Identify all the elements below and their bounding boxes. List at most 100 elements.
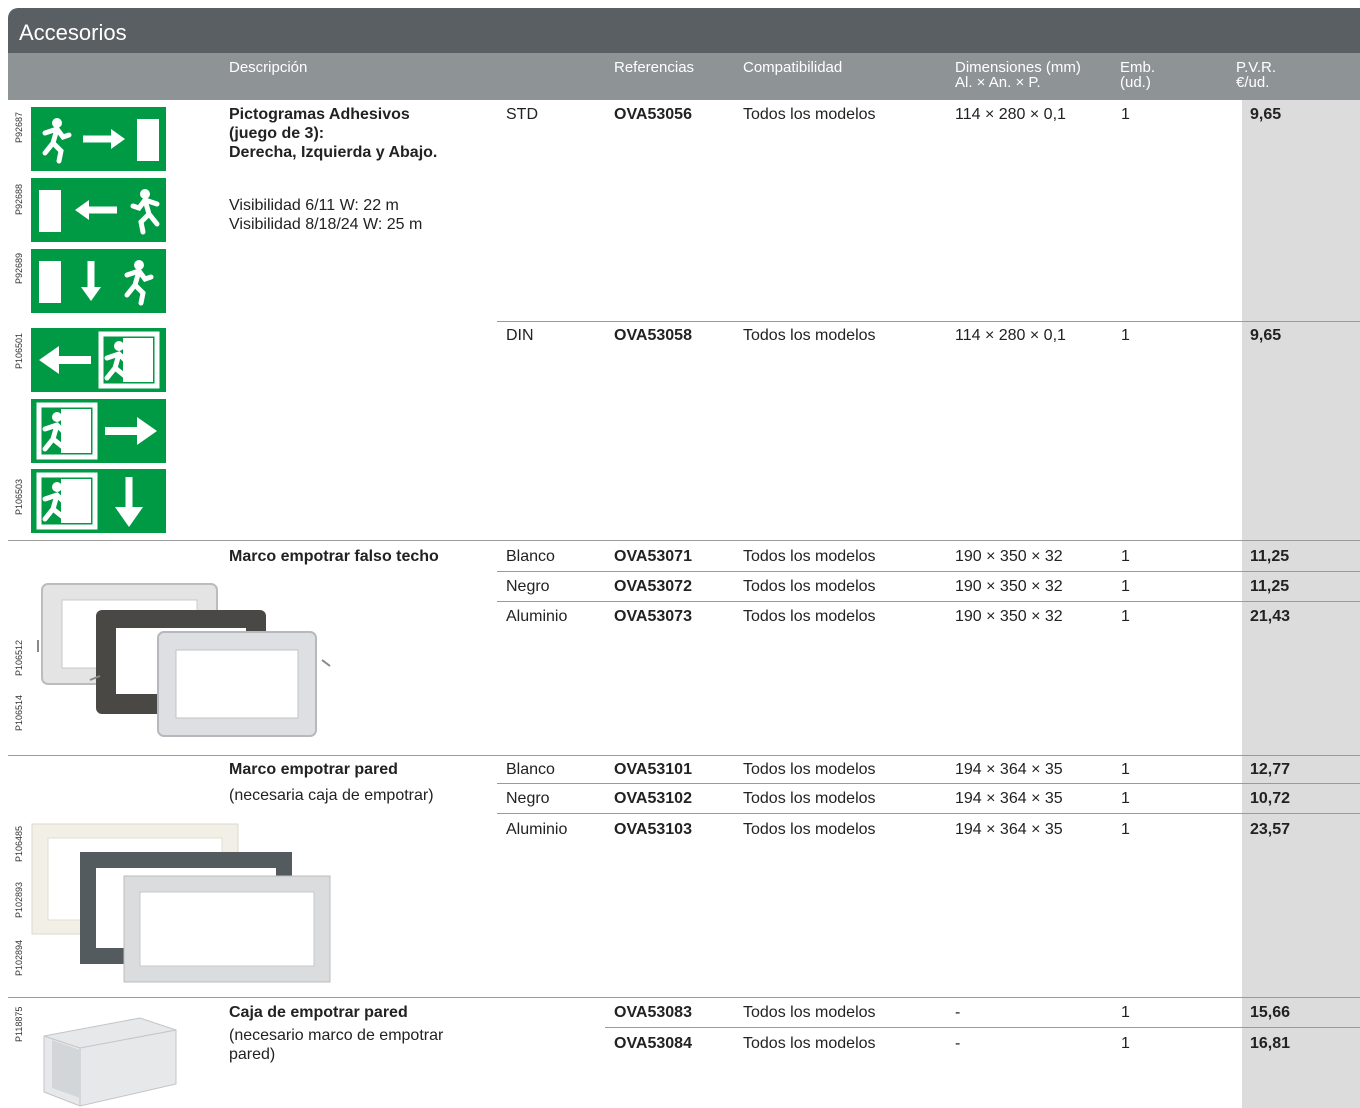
units: 1 bbox=[1121, 761, 1130, 778]
dimensions: - bbox=[955, 1004, 961, 1021]
reference: OVA53072 bbox=[614, 578, 692, 595]
compatibility: Todos los modelos bbox=[743, 548, 876, 565]
header-pvr-sub: €/ud. bbox=[1236, 74, 1270, 91]
row-divider bbox=[605, 1027, 1360, 1028]
variant: Negro bbox=[506, 578, 550, 595]
header-dimensiones-sub: Al. × An. × P. bbox=[955, 74, 1041, 91]
variant: Aluminio bbox=[506, 608, 568, 625]
row-divider bbox=[497, 783, 1360, 784]
dimensions: 190 × 350 × 32 bbox=[955, 578, 1063, 595]
price: 15,66 bbox=[1250, 1004, 1291, 1021]
section-title-bar: Accesorios bbox=[8, 8, 1360, 53]
product-visibility: Visibilidad 6/11 W: 22 m Visibilidad 8/1… bbox=[229, 197, 423, 233]
variant: STD bbox=[506, 106, 538, 123]
compatibility: Todos los modelos bbox=[743, 790, 876, 807]
dimensions: 194 × 364 × 35 bbox=[955, 761, 1063, 778]
units: 1 bbox=[1121, 1035, 1130, 1052]
wall-box-image bbox=[43, 1017, 177, 1107]
image-code: P92689 bbox=[14, 252, 24, 284]
units: 1 bbox=[1121, 106, 1130, 123]
reference: OVA53071 bbox=[614, 548, 692, 565]
reference: OVA53073 bbox=[614, 608, 692, 625]
price: 11,25 bbox=[1250, 548, 1290, 565]
section-divider bbox=[8, 997, 1360, 998]
exit-sign-down-image bbox=[31, 249, 166, 313]
header-compatibilidad: Compatibilidad bbox=[743, 59, 843, 76]
price: 9,65 bbox=[1250, 106, 1282, 123]
compatibility: Todos los modelos bbox=[743, 327, 876, 344]
image-code: P106503 bbox=[14, 478, 24, 515]
header-referencias: Referencias bbox=[614, 59, 695, 76]
compatibility: Todos los modelos bbox=[743, 1004, 876, 1021]
dimensions: 194 × 364 × 35 bbox=[955, 790, 1063, 807]
din-exit-sign-down-image bbox=[31, 469, 166, 533]
image-code: P106501 bbox=[14, 332, 24, 369]
reference: OVA53102 bbox=[614, 790, 692, 807]
row-divider bbox=[497, 813, 1360, 814]
reference: OVA53083 bbox=[614, 1004, 692, 1021]
dimensions: 190 × 350 × 32 bbox=[955, 608, 1063, 625]
price: 23,57 bbox=[1250, 821, 1291, 838]
header-dimensiones: Dimensiones (mm) bbox=[955, 59, 1081, 76]
image-code: P106514 bbox=[14, 694, 24, 731]
image-code: P92687 bbox=[14, 111, 24, 143]
header-emb: Emb. bbox=[1120, 59, 1156, 76]
variant: Negro bbox=[506, 790, 550, 807]
dimensions: - bbox=[955, 1035, 961, 1052]
table-header: Descripción Referencias Compatibilidad D… bbox=[8, 53, 1360, 100]
product-subtitle: (necesaria caja de empotrar) bbox=[229, 787, 434, 804]
compatibility: Todos los modelos bbox=[743, 821, 876, 838]
compatibility: Todos los modelos bbox=[743, 578, 876, 595]
units: 1 bbox=[1121, 548, 1130, 565]
header-descripcion: Descripción bbox=[229, 59, 308, 76]
dimensions: 114 × 280 × 0,1 bbox=[955, 106, 1066, 123]
product-title: Marco empotrar falso techo bbox=[229, 548, 439, 565]
units: 1 bbox=[1121, 578, 1130, 595]
variant: Blanco bbox=[506, 548, 555, 565]
row-divider bbox=[497, 571, 1360, 572]
compatibility: Todos los modelos bbox=[743, 106, 876, 123]
wall-frames-image bbox=[31, 823, 331, 983]
units: 1 bbox=[1121, 327, 1130, 344]
section-divider bbox=[8, 755, 1360, 756]
dimensions: 194 × 364 × 35 bbox=[955, 821, 1063, 838]
image-code: P106485 bbox=[14, 825, 24, 862]
units: 1 bbox=[1121, 821, 1130, 838]
product-title: Caja de empotrar pared bbox=[229, 1004, 408, 1021]
price: 11,25 bbox=[1250, 578, 1290, 595]
dimensions: 190 × 350 × 32 bbox=[955, 548, 1063, 565]
ceiling-frames-image bbox=[37, 583, 331, 737]
section-divider bbox=[8, 540, 1360, 541]
row-divider bbox=[497, 321, 1360, 322]
section-title: Accesorios bbox=[19, 20, 127, 45]
product-title: Pictogramas Adhesivos (juego de 3): Dere… bbox=[229, 106, 438, 161]
compatibility: Todos los modelos bbox=[743, 761, 876, 778]
reference: OVA53103 bbox=[614, 821, 692, 838]
image-code: P92688 bbox=[14, 183, 24, 215]
price: 21,43 bbox=[1250, 608, 1291, 625]
compatibility: Todos los modelos bbox=[743, 1035, 876, 1052]
row-divider bbox=[497, 601, 1360, 602]
price: 10,72 bbox=[1250, 790, 1291, 807]
header-emb-sub: (ud.) bbox=[1120, 74, 1151, 91]
product-subtitle: (necesario marco de empotrar pared) bbox=[229, 1027, 444, 1063]
image-code: P102893 bbox=[14, 881, 24, 918]
din-exit-sign-right-image bbox=[31, 399, 166, 463]
reference: OVA53084 bbox=[614, 1035, 692, 1052]
variant: DIN bbox=[506, 327, 534, 344]
price-column-shade bbox=[1242, 100, 1360, 1108]
compatibility: Todos los modelos bbox=[743, 608, 876, 625]
din-exit-sign-left-image bbox=[31, 328, 166, 392]
exit-sign-right-image bbox=[31, 107, 166, 171]
reference: OVA53056 bbox=[614, 106, 692, 123]
units: 1 bbox=[1121, 790, 1130, 807]
header-pvr: P.V.R. bbox=[1236, 59, 1277, 76]
product-title: Marco empotrar pared bbox=[229, 761, 398, 778]
reference: OVA53101 bbox=[614, 761, 692, 778]
reference: OVA53058 bbox=[614, 327, 692, 344]
image-code: P106512 bbox=[14, 639, 24, 676]
exit-sign-left-image bbox=[31, 178, 166, 242]
price: 16,81 bbox=[1250, 1035, 1291, 1052]
units: 1 bbox=[1121, 608, 1130, 625]
price: 12,77 bbox=[1250, 761, 1291, 778]
